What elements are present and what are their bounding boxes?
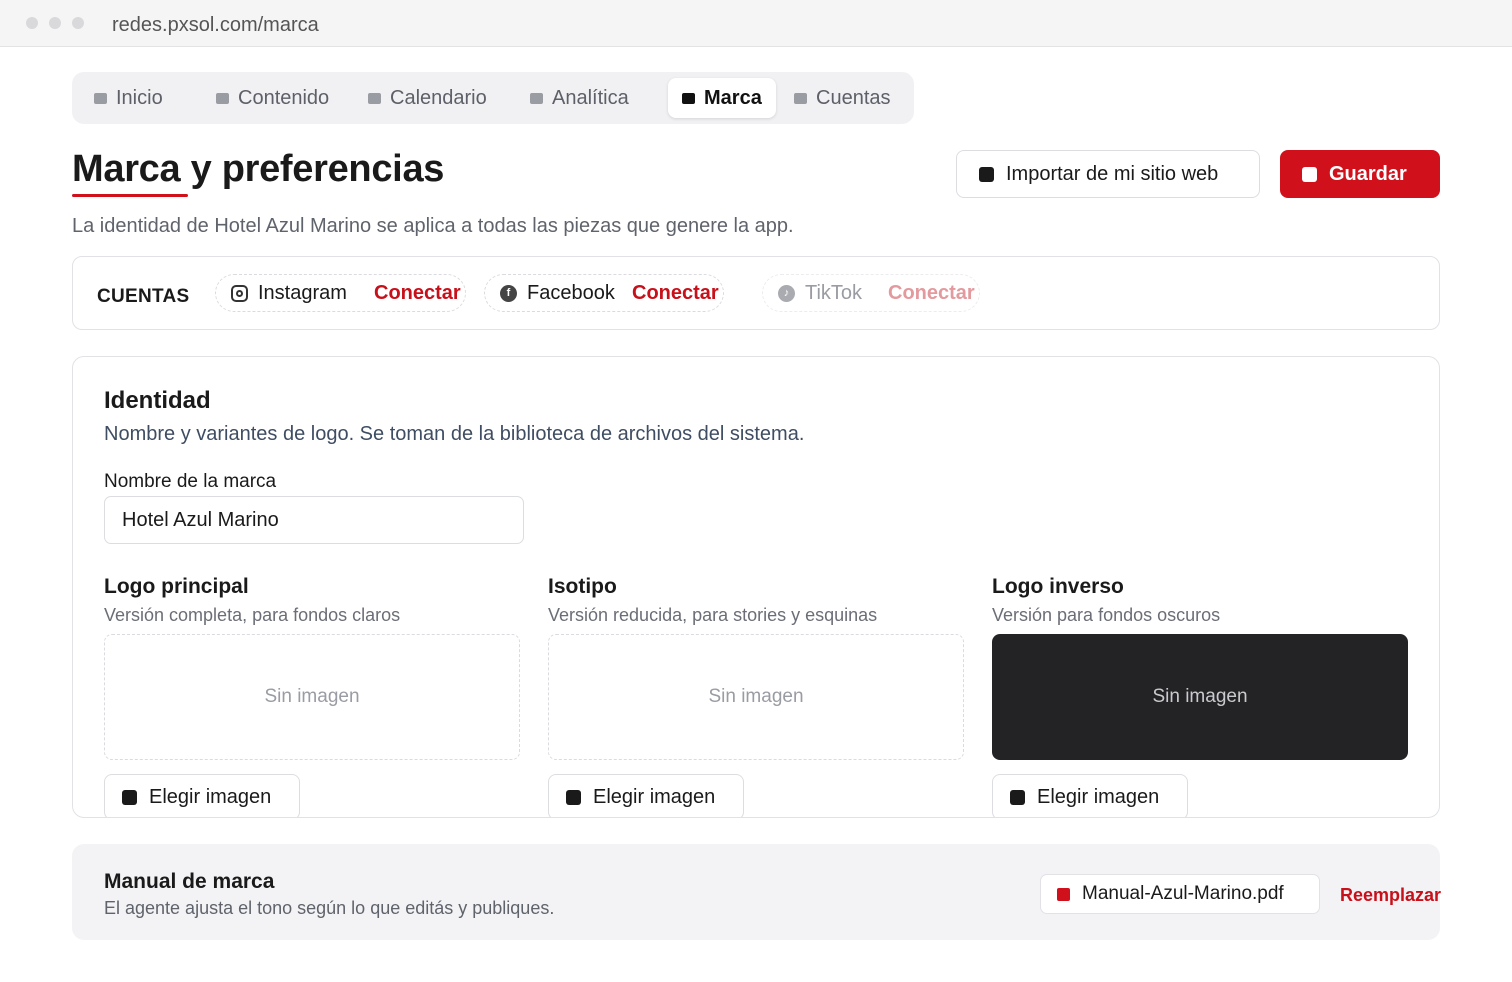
brand-name-input[interactable] [104,496,524,544]
logo-principal-preview[interactable]: Sin imagen [104,634,520,760]
manual-file-chip[interactable]: Manual-Azul-Marino.pdf [1040,874,1320,914]
replace-manual-link[interactable]: Reemplazar [1340,885,1441,906]
calendario-icon [368,92,381,104]
logo-subtitle: Versión para fondos oscuros [992,605,1221,625]
tab-label: Inicio [116,86,163,109]
isotipo-section: Isotipo Versión reducida, para stories y… [548,575,964,817]
manual-subtitle: El agente ajusta el tono según lo que ed… [104,898,555,918]
logo-subtitle: Versión reducida, para stories y esquina… [548,605,878,625]
image-icon [1010,789,1025,805]
manual-file-name: Manual-Azul-Marino.pdf [1082,883,1284,904]
tab-calendario[interactable]: Calendario [360,78,501,118]
accounts-label: CUENTAS [97,286,190,307]
image-icon [122,789,137,805]
identity-title: Identidad [104,387,211,414]
cuentas-icon [794,92,807,104]
analitica-icon [530,92,543,104]
save-icon [1302,166,1317,182]
logo-principal-section: Logo principal Versión completa, para fo… [104,575,520,817]
account-name: TikTok [805,281,863,304]
tab-label: Contenido [238,86,330,109]
account-name: Instagram [258,281,347,304]
connect-instagram-link[interactable]: Conectar [374,282,461,305]
logo-inverso-preview[interactable]: Sin imagen [992,634,1408,760]
choose-label: Elegir imagen [593,785,716,808]
window-minimize-dot[interactable] [49,17,61,29]
tiktok-icon: ♪ [778,284,795,302]
choose-logo-principal-button[interactable]: Elegir imagen [104,774,300,817]
brand-name-label: Nombre de la marca [104,471,277,492]
tab-label: Analítica [552,86,629,109]
account-pill-facebook: f Facebook Conectar [484,274,724,312]
choose-label: Elegir imagen [149,785,272,808]
brand-manual-card: Manual de marca El agente ajusta el tono… [72,844,1441,940]
logo-title: Logo inverso [992,575,1124,598]
pdf-file-icon [1057,887,1070,901]
tab-label: Marca [704,86,762,109]
accounts-bar: CUENTAS Instagram Conectar f Facebook Co… [72,256,1440,330]
connect-facebook-link[interactable]: Conectar [632,282,719,305]
connect-tiktok-link[interactable]: Conectar [888,282,975,305]
manual-title: Manual de marca [104,870,275,893]
tab-marca[interactable]: Marca [668,78,776,118]
choose-label: Elegir imagen [1037,785,1160,808]
import-icon [979,166,994,182]
logo-subtitle: Versión completa, para fondos claros [104,605,401,625]
tab-label: Cuentas [816,86,891,109]
instagram-icon [231,284,248,302]
contenido-icon [216,92,229,104]
logo-title: Isotipo [548,575,617,598]
marca-icon [682,92,695,104]
choose-isotipo-button[interactable]: Elegir imagen [548,774,744,817]
isotipo-preview[interactable]: Sin imagen [548,634,964,760]
window-maximize-dot[interactable] [72,17,84,29]
logo-title: Logo principal [104,575,249,598]
page-subtitle: La identidad de Hotel Azul Marino se apl… [72,215,794,237]
window-close-dot[interactable] [26,17,38,29]
tab-cuentas[interactable]: Cuentas [786,78,905,118]
tab-label: Calendario [390,86,487,109]
identity-card: Identidad Nombre y variantes de logo. Se… [72,356,1440,818]
choose-logo-inverso-button[interactable]: Elegir imagen [992,774,1188,817]
main-nav-tabs: Inicio Contenido Calendario Analítica Ma… [72,72,914,124]
identity-description: Nombre y variantes de logo. Se toman de … [104,423,805,445]
account-pill-instagram: Instagram Conectar [215,274,466,312]
browser-chrome: redes.pxsol.com/marca [0,0,1512,47]
tab-contenido[interactable]: Contenido [208,78,343,118]
account-name: Facebook [527,281,615,304]
facebook-icon: f [500,284,517,302]
import-from-website-button[interactable]: Importar de mi sitio web [956,150,1260,198]
logo-inverso-section: Logo inverso Versión para fondos oscuros… [992,575,1408,817]
title-underline [72,194,188,197]
tab-inicio[interactable]: Inicio [86,78,177,118]
import-label: Importar de mi sitio web [1006,162,1219,185]
image-icon [566,789,581,805]
tab-analitica[interactable]: Analítica [522,78,643,118]
inicio-icon [94,92,107,104]
account-pill-tiktok: ♪ TikTok Conectar [762,274,980,312]
save-button[interactable]: Guardar [1280,150,1440,198]
save-label: Guardar [1329,162,1407,185]
address-bar[interactable]: redes.pxsol.com/marca [112,14,319,37]
page-title: Marca y preferencias [72,148,445,190]
